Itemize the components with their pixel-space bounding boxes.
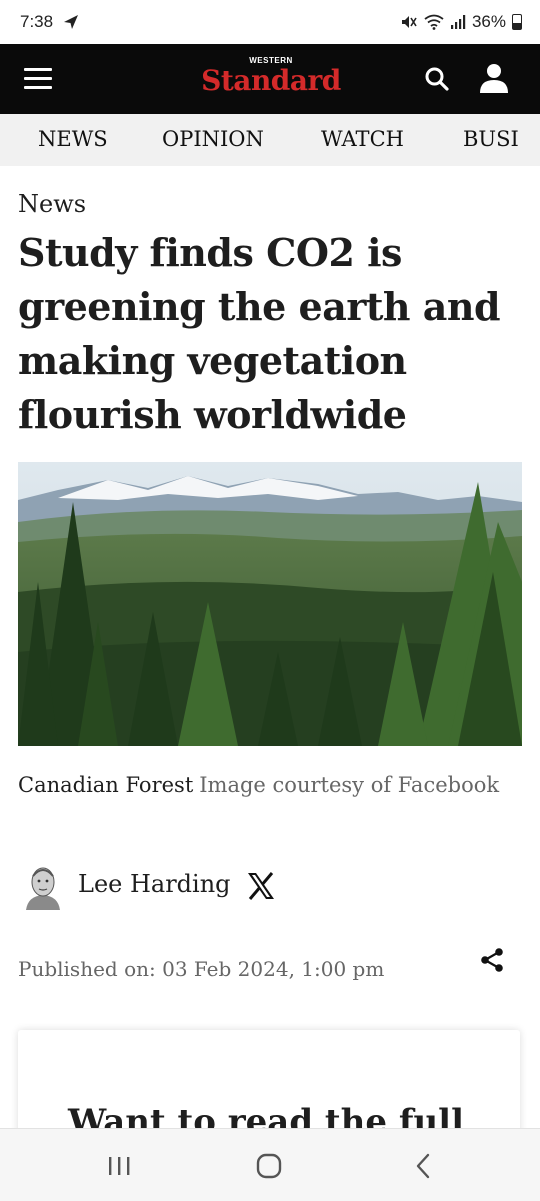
status-indicators: 36% <box>400 12 522 32</box>
home-icon[interactable] <box>256 1153 282 1179</box>
recent-apps-icon[interactable] <box>106 1155 132 1177</box>
section-nav: NEWS OPINION WATCH BUSI <box>0 114 540 166</box>
search-icon[interactable] <box>424 66 450 92</box>
publish-date: Published on: 03 Feb 2024, 1:00 pm <box>18 957 385 981</box>
mute-icon <box>401 16 417 28</box>
caption-credit: Image courtesy of Facebook <box>199 773 500 797</box>
battery-percent: 36% <box>471 12 506 31</box>
navigation-arrow-icon <box>64 15 78 29</box>
wifi-icon <box>424 14 444 30</box>
x-social-icon[interactable] <box>246 872 276 900</box>
hamburger-menu-icon[interactable] <box>24 68 52 90</box>
signal-icon <box>450 15 466 29</box>
user-account-icon[interactable] <box>478 62 510 94</box>
article-headline: Study finds CO2 is greening the earth an… <box>18 230 501 437</box>
author-byline: Lee Harding <box>20 862 320 910</box>
status-bar: 7:38 36% <box>0 0 540 44</box>
nav-item-watch[interactable]: WATCH <box>321 127 404 151</box>
battery-icon <box>512 14 522 30</box>
back-icon[interactable] <box>412 1153 434 1179</box>
author-avatar[interactable] <box>20 862 66 910</box>
share-icon[interactable] <box>478 946 506 974</box>
logo-main-text: Standard <box>201 64 341 97</box>
system-navigation-bar <box>0 1128 540 1201</box>
nav-item-news[interactable]: NEWS <box>38 127 108 151</box>
nav-item-business[interactable]: BUSI <box>463 127 519 151</box>
paywall-card: Want to read the full <box>18 1030 520 1140</box>
caption-title: Canadian Forest <box>18 773 194 797</box>
article-category[interactable]: News <box>18 190 86 218</box>
hero-image <box>18 462 522 746</box>
site-header: WESTERN Standard <box>0 44 540 114</box>
image-caption: Canadian Forest Image courtesy of Faceboo… <box>18 768 518 802</box>
site-logo[interactable]: WESTERN Standard <box>186 56 356 102</box>
author-name[interactable]: Lee Harding <box>78 870 231 898</box>
nav-item-opinion[interactable]: OPINION <box>162 127 264 151</box>
status-time: 7:38 <box>20 12 54 31</box>
